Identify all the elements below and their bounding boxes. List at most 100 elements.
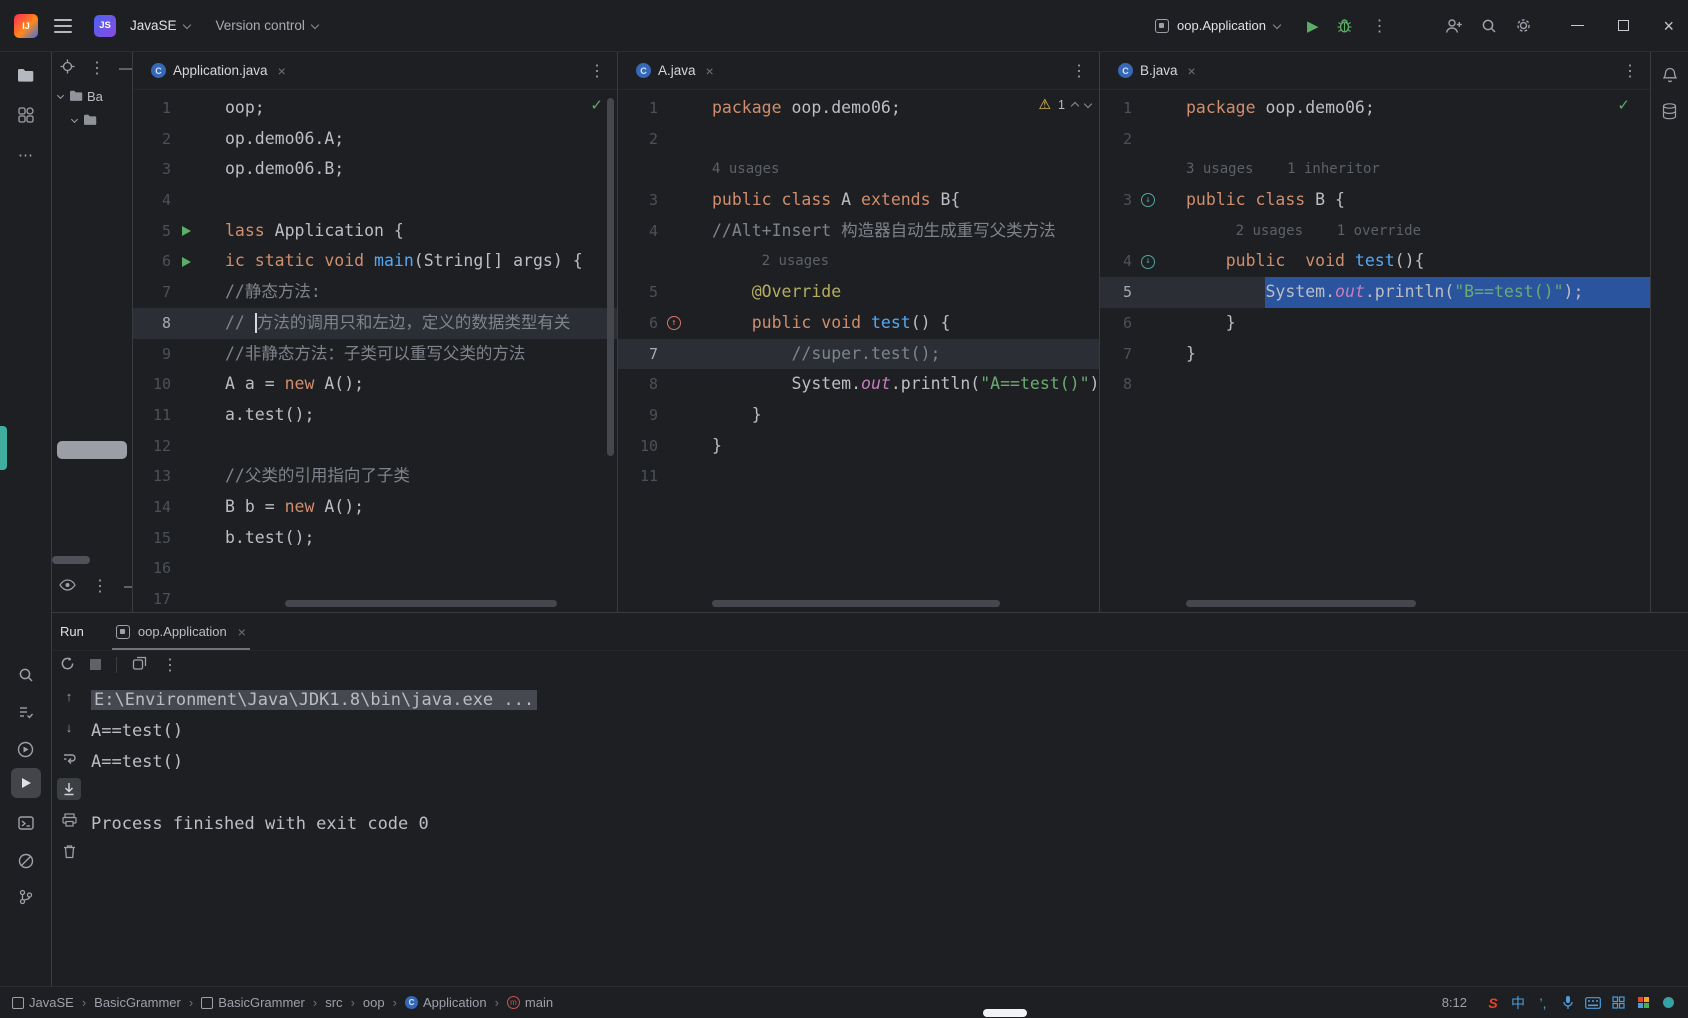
notifications-bell-icon[interactable] [1657, 62, 1683, 88]
code-line[interactable]: 13//父类的引用指向了子类 [133, 461, 617, 492]
vertical-scrollbar[interactable] [607, 98, 614, 456]
breadcrumb-item[interactable]: oop [363, 995, 385, 1010]
code-line[interactable]: 16 [133, 553, 617, 584]
locate-file-icon[interactable] [60, 59, 75, 77]
code-line[interactable]: 8// 方法的调用只和左边，定义的数据类型有关 [133, 307, 617, 339]
scroll-up-icon[interactable]: ↑ [57, 685, 81, 707]
horizontal-scrollbar[interactable] [712, 600, 1000, 607]
build-icon[interactable] [132, 656, 147, 674]
horizontal-scrollbar[interactable] [285, 600, 557, 607]
scroll-down-icon[interactable]: ↓ [57, 716, 81, 738]
screen-edge-grabber[interactable] [0, 426, 7, 470]
code-line[interactable]: 6 ic static void main (String[] args) { [133, 246, 617, 277]
code-line[interactable]: 4 [133, 185, 617, 216]
main-menu-icon[interactable] [54, 18, 72, 33]
close-tab-icon[interactable]: × [706, 63, 714, 79]
todo-tool-icon[interactable] [11, 697, 41, 727]
editor-body[interactable]: 1 package oop.demo06; 2 4 usages 3 public cla… [618, 90, 1099, 612]
code-line[interactable]: 2 op.demo06.A; [133, 124, 617, 155]
mic-icon[interactable] [1560, 994, 1576, 1012]
tree-item-basicgrammar[interactable]: Ba [52, 84, 132, 108]
tab-options-icon[interactable]: ⋮ [589, 61, 617, 81]
run-line-icon[interactable] [180, 225, 200, 237]
run-tab-oop-application[interactable]: oop.Application × [106, 613, 256, 650]
code-line[interactable]: 10 A a = new A(); [133, 369, 617, 400]
tree-item-child[interactable] [52, 108, 132, 132]
stop-icon[interactable] [90, 658, 101, 673]
services-tool-icon[interactable] [11, 734, 41, 764]
code-line[interactable]: 2 [1100, 124, 1650, 155]
usages-inlay[interactable]: 2 usages [762, 246, 829, 277]
editor-body[interactable]: 1 package oop.demo06; 2 3 usages 1 inherito… [1100, 90, 1650, 612]
preview-eye-icon[interactable] [59, 578, 76, 594]
tab-b-java[interactable]: C B.java × [1110, 52, 1204, 89]
tab-options-icon[interactable]: ⋮ [1071, 61, 1099, 81]
code-line[interactable]: 3 ↓ public class B { [1100, 185, 1650, 216]
hide-panel-icon[interactable]: — [124, 578, 132, 595]
expand-chevron-icon[interactable] [70, 115, 79, 123]
code-line[interactable]: 17 [133, 584, 617, 612]
code-with-me-icon[interactable] [1444, 18, 1463, 34]
code-line[interactable]: 15 b.test(); [133, 523, 617, 554]
inspection-status-ok[interactable]: ✓ [1617, 96, 1630, 114]
code-line[interactable]: 4//Alt+Insert 构造器自动生成重写父类方法 [618, 216, 1099, 247]
panel-scrollbar[interactable] [52, 556, 90, 564]
minimize-button[interactable] [1571, 24, 1585, 27]
console-output[interactable]: E:\Environment\Java\JDK1.8\bin\java.exe … [88, 681, 1688, 986]
close-button[interactable]: × [1663, 17, 1674, 35]
breadcrumb-item[interactable]: BasicGrammer [94, 995, 181, 1010]
chinese-mode-icon[interactable]: 中 [1510, 994, 1526, 1012]
print-icon[interactable] [57, 809, 81, 831]
problems-tool-icon[interactable] [11, 846, 41, 876]
punctuation-mode-icon[interactable]: ’, [1535, 994, 1551, 1012]
run-tool-icon[interactable] [10, 768, 41, 798]
code-line[interactable]: 10} [618, 431, 1099, 462]
code-line[interactable]: 9 } [618, 400, 1099, 431]
code-line[interactable]: 9//非静态方法：子类可以重写父类的方法 [133, 339, 617, 370]
run-more-options-icon[interactable]: ⋮ [162, 655, 178, 675]
code-line[interactable]: 4 usages [618, 154, 1099, 185]
usages-inlay[interactable]: 4 usages [712, 154, 779, 185]
code-line[interactable]: 3 op.demo06.B; [133, 154, 617, 185]
tab-a-java[interactable]: C A.java × [628, 52, 722, 89]
code-line[interactable]: 7//静态方法: [133, 277, 617, 308]
code-line[interactable]: 3 public class A extends B{ [618, 185, 1099, 216]
code-line[interactable]: 14 B b = new A(); [133, 492, 617, 523]
run-button[interactable]: ▶ [1307, 17, 1319, 35]
project-tool-icon[interactable] [11, 60, 41, 90]
search-everywhere-icon[interactable] [1481, 18, 1497, 34]
tab-options-icon[interactable]: ⋮ [1622, 61, 1650, 81]
version-control-tool-icon[interactable] [11, 882, 41, 912]
code-line[interactable]: 1 package oop.demo06; [618, 93, 1099, 124]
keyboard-icon[interactable] [1585, 994, 1601, 1012]
breadcrumb-item[interactable]: JavaSE [12, 995, 74, 1010]
code-line[interactable]: 6 ↑ public void test() { [618, 308, 1099, 339]
panel-options-icon[interactable]: ⋮ [89, 58, 105, 78]
close-tab-icon[interactable]: × [238, 624, 246, 640]
inspection-status-warning[interactable]: ⚠ 1 [1038, 96, 1093, 113]
prev-warning-icon[interactable] [1070, 101, 1080, 110]
breadcrumb-item[interactable]: C Application [404, 995, 487, 1010]
code-line[interactable]: 5 lass Application { [133, 216, 617, 247]
next-warning-icon[interactable] [1083, 99, 1093, 108]
panel-options-icon[interactable]: ⋮ [92, 576, 108, 596]
run-configuration-selector[interactable]: oop.Application [1155, 18, 1282, 33]
handwriting-icon[interactable] [1610, 994, 1626, 1012]
breadcrumb-item[interactable]: BasicGrammer [201, 995, 305, 1010]
code-line[interactable]: 11 [618, 461, 1099, 492]
maximize-button[interactable] [1618, 20, 1630, 31]
panel-scroll-thumb[interactable] [57, 441, 127, 459]
usages-inlay[interactable]: 3 usages 1 inheritor [1186, 154, 1380, 185]
code-line[interactable]: 8 System.out.println("A==test()"); [618, 369, 1099, 400]
code-line[interactable]: 5 System. out .println("B==test()"); [1100, 277, 1650, 308]
code-line[interactable]: 2 [618, 124, 1099, 155]
expand-chevron-icon[interactable] [56, 91, 65, 99]
database-tool-icon[interactable] [1657, 98, 1683, 124]
code-line[interactable]: 2 usages 1 override [1100, 216, 1650, 247]
clear-all-icon[interactable] [57, 840, 81, 862]
run-line-icon[interactable] [180, 256, 200, 268]
code-line[interactable]: 3 usages 1 inheritor [1100, 154, 1650, 185]
more-tool-windows-icon[interactable]: ⋯ [11, 140, 41, 170]
rerun-icon[interactable] [60, 656, 75, 674]
code-line[interactable]: 11 a.test(); [133, 400, 617, 431]
